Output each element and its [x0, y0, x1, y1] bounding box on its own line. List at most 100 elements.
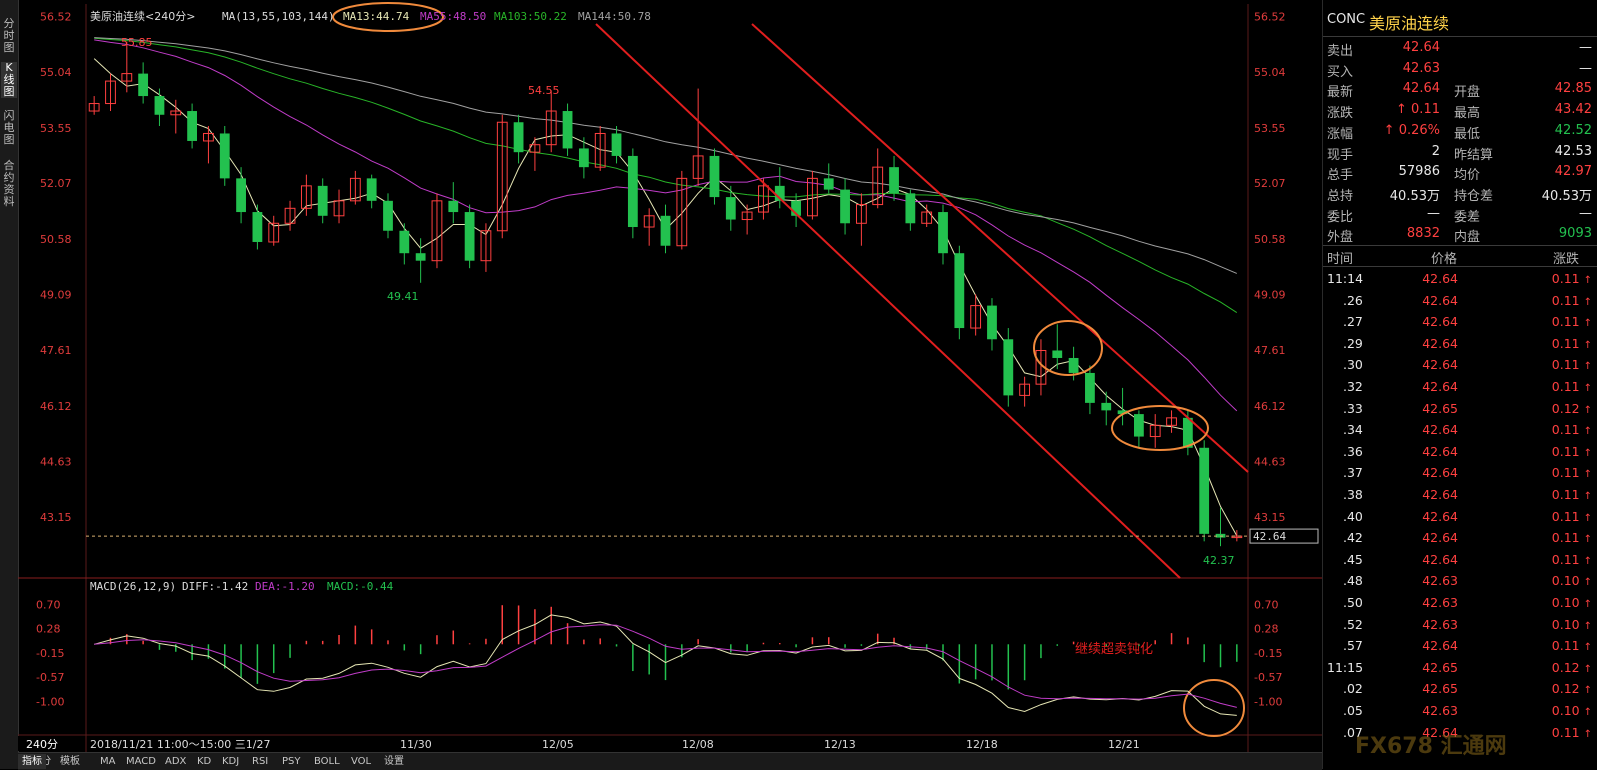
tab-adx[interactable]: ADX	[161, 754, 190, 769]
tick-row: .30 42.64 0.11 ↑	[1323, 354, 1597, 376]
macd-diff-legend: DIFF:-1.42	[182, 580, 248, 593]
tab-rsi[interactable]: RSI	[248, 754, 272, 769]
up-arrow-icon: ↑	[1583, 404, 1592, 416]
tick-change: 0.11 ↑	[1551, 292, 1592, 308]
highlight-macd-circle	[1183, 679, 1245, 737]
macd-dea-legend: DEA:-1.20	[255, 580, 315, 593]
tick-price: 42.65	[1422, 400, 1458, 416]
candle-body	[187, 111, 198, 141]
price-tick-left: 43.15	[40, 511, 72, 524]
ma103-line	[94, 37, 1238, 314]
tab-ma[interactable]: MA	[96, 754, 119, 769]
price-tick-left: 52.07	[40, 177, 72, 190]
tick-price: 42.64	[1422, 551, 1458, 567]
tab-kdj[interactable]: KDJ	[218, 754, 243, 769]
tab-template[interactable]: 模板	[56, 754, 84, 769]
tick-change: 0.11 ↑	[1551, 724, 1592, 740]
price-tick-left: 55.04	[40, 66, 72, 79]
tick-time: .52	[1343, 616, 1363, 632]
quote-value: 40.53万	[1541, 188, 1592, 204]
tick-change: 0.11 ↑	[1551, 508, 1592, 524]
candle-body	[954, 253, 965, 329]
quote-row: 总持 40.53万 持仓差 40.53万	[1323, 183, 1597, 204]
macd-legend-name: MACD(26,12,9)	[90, 580, 176, 593]
candle-body	[725, 197, 736, 220]
tab-kd[interactable]: KD	[193, 754, 215, 769]
low-mark-label: 49.41	[387, 290, 419, 303]
tick-time: .26	[1343, 292, 1363, 308]
candle-body	[987, 305, 997, 340]
quote-value: ↑ 0.26%	[1383, 122, 1440, 138]
up-arrow-icon: ↑	[1583, 685, 1592, 697]
price-tick-left: 46.12	[40, 400, 72, 413]
tick-time: .29	[1343, 335, 1363, 351]
up-arrow-icon: ↑	[1583, 318, 1592, 330]
up-arrow-icon: ↑	[1583, 275, 1592, 286]
tab-settings[interactable]: 设置	[380, 754, 408, 769]
quote-row: 委比 — 委差 —	[1323, 204, 1597, 225]
quote-label: 开盘	[1454, 85, 1481, 101]
tick-row: .45 42.64 0.11 ↑	[1323, 549, 1597, 571]
tick-change: 0.11 ↑	[1551, 422, 1592, 438]
quote-label: 内盘	[1454, 230, 1481, 246]
quote-value: 42.52	[1554, 122, 1592, 138]
price-tick-right: 50.58	[1254, 233, 1286, 246]
candle-body	[138, 73, 149, 97]
quote-value: —	[1579, 60, 1592, 76]
tab-vol[interactable]: VOL	[347, 754, 375, 769]
quote-row: 最新 42.64 开盘 42.85	[1323, 79, 1597, 101]
candle-body	[823, 178, 834, 190]
candle-body	[562, 111, 573, 149]
price-tick-right: 46.12	[1254, 400, 1286, 413]
price-tick-right: 56.52	[1254, 11, 1286, 24]
tick-time: .57	[1343, 638, 1363, 654]
tick-change: 0.11 ↑	[1551, 357, 1592, 373]
tick-price: 42.63	[1422, 573, 1458, 589]
tick-change: 0.11 ↑	[1551, 335, 1592, 351]
up-arrow-icon: ↑	[1583, 577, 1592, 589]
tick-time: .27	[1343, 314, 1363, 330]
kline-chart[interactable]: 56.52 56.52 55.04 55.04 53.55 53.55 52.07 52.07…	[0, 0, 1322, 752]
chart-title: 美原油连续<240分>	[90, 9, 195, 23]
tick-change: 0.12 ↑	[1551, 659, 1592, 675]
quote-row: 涨跌 ↑ 0.11 最高 43.42	[1323, 100, 1597, 121]
quote-value: 2	[1431, 143, 1440, 159]
candle-body	[840, 189, 850, 224]
macd-tick-right: -0.15	[1254, 647, 1282, 660]
cursor-date-label: 2018/11/21 11:00～15:00 三1/27	[90, 738, 271, 751]
quote-value: 42.63	[1402, 60, 1440, 76]
tab-boll[interactable]: BOLL	[310, 754, 344, 769]
quote-row: 外盘 8832 内盘 9093	[1323, 224, 1597, 246]
x-tick-label: 12/18	[966, 738, 998, 751]
tick-row: .29 42.64 0.11 ↑	[1323, 333, 1597, 355]
quote-value: ↑ 0.11	[1396, 102, 1440, 118]
quote-value: 9093	[1558, 226, 1592, 242]
tick-change: 0.10 ↑	[1551, 573, 1592, 589]
tab-indicator[interactable]: 指标	[18, 754, 46, 769]
price-tick-right: 44.63	[1254, 456, 1286, 469]
quote-value: 57986	[1398, 164, 1440, 180]
candle-body	[464, 212, 475, 261]
candle-body	[317, 185, 328, 216]
tick-time: .30	[1343, 357, 1363, 373]
price-tick-right: 43.15	[1254, 511, 1286, 524]
x-tick-label: 12/21	[1108, 738, 1140, 751]
price-tick-right: 52.07	[1254, 177, 1286, 190]
tab-psy[interactable]: PSY	[278, 754, 305, 769]
tick-change: 0.11 ↑	[1551, 638, 1592, 654]
tick-row: .40 42.64 0.11 ↑	[1323, 506, 1597, 528]
tick-time: 11:15	[1327, 659, 1364, 675]
tick-row: .32 42.64 0.11 ↑	[1323, 376, 1597, 398]
tab-macd[interactable]: MACD	[122, 754, 160, 769]
tick-change: 0.11 ↑	[1551, 551, 1592, 567]
ma13-line	[93, 58, 1238, 537]
up-arrow-icon: ↑	[1583, 620, 1592, 632]
up-arrow-icon: ↑	[1583, 534, 1592, 546]
price-tick-left: 56.52	[40, 11, 72, 24]
quote-label: 卖出	[1327, 44, 1354, 59]
last-price-label: 42.64	[1253, 530, 1286, 543]
ma-legend-name: MA(13,55,103,144)	[222, 10, 335, 23]
macd-tick-right: 0.70	[1254, 598, 1279, 611]
quote-label: 委比	[1327, 209, 1354, 225]
candle-body	[383, 200, 393, 231]
